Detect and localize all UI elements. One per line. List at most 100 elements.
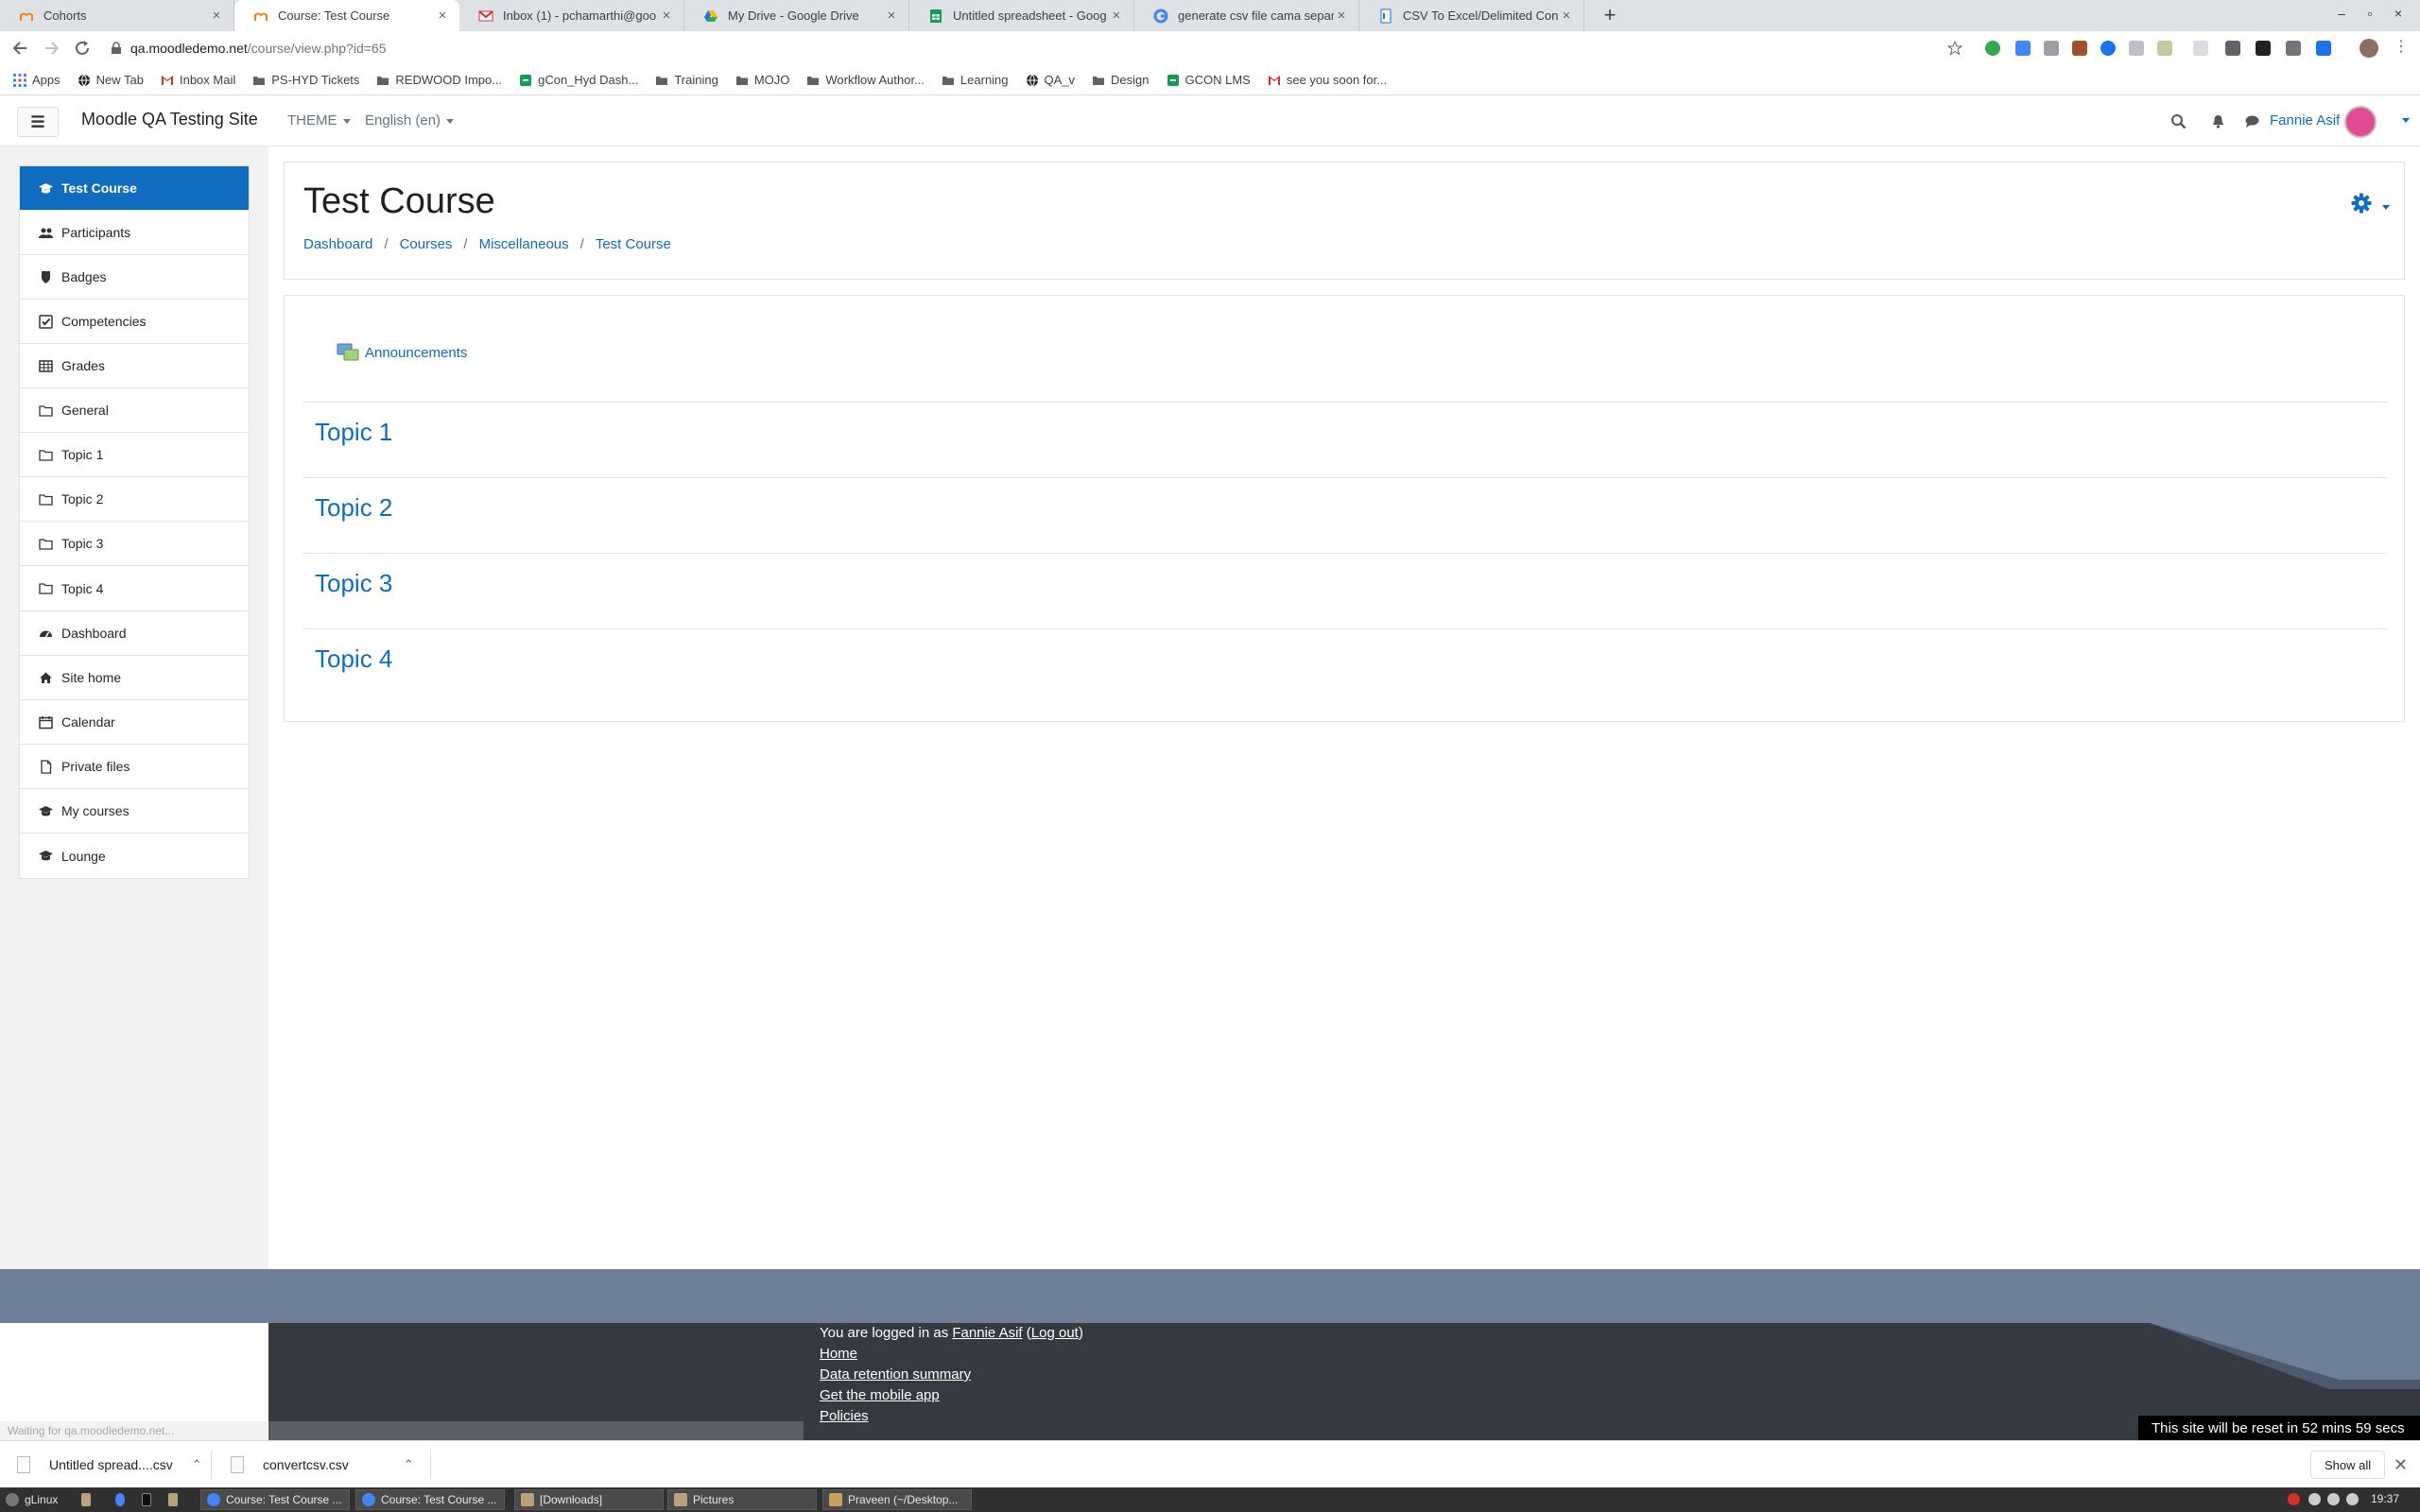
sidebar-item-general[interactable]: General	[20, 388, 249, 433]
bookmark-item[interactable]: MOJO	[735, 73, 789, 87]
extension-brown-icon[interactable]	[2072, 41, 2087, 56]
tab-close-icon[interactable]: ×	[1334, 8, 1349, 24]
profile-avatar-icon[interactable]	[2360, 39, 2378, 58]
bookmark-item[interactable]: REDWOOD Impo...	[376, 73, 502, 87]
language-menu[interactable]: English (en)	[365, 112, 455, 129]
sidebar-item-competencies[interactable]: Competencies	[20, 300, 249, 344]
bookmark-item[interactable]: New Tab	[78, 73, 144, 87]
download-item[interactable]: convertcsv.csv ⌃	[231, 1451, 431, 1479]
bookmark-star-icon[interactable]	[1947, 41, 1962, 56]
sidebar-item-calendar[interactable]: Calendar	[20, 700, 249, 745]
logged-in-user-link[interactable]: Fannie Asif	[952, 1325, 1022, 1341]
new-tab-button[interactable]: +	[1598, 4, 1622, 28]
tray-network-icon[interactable]	[2346, 1493, 2359, 1505]
start-menu-button[interactable]: gLinux	[0, 1489, 72, 1510]
bookmark-item[interactable]: Apps	[13, 73, 60, 87]
browser-menu-icon[interactable]: ⋮	[2394, 40, 2409, 56]
footer-home-link[interactable]: Home	[820, 1346, 857, 1362]
search-icon[interactable]	[2170, 113, 2187, 129]
sidebar-item-test-course[interactable]: Test Course	[20, 166, 249, 211]
browser-tab-spreadsheet[interactable]: Untitled spreadsheet - Goog ×	[909, 0, 1134, 31]
forward-arrow-icon[interactable]	[42, 38, 62, 59]
sidebar-item-topic-3[interactable]: Topic 3	[20, 522, 249, 566]
bookmark-item[interactable]: QA_v	[1026, 73, 1075, 87]
bookmark-item[interactable]: Design	[1092, 73, 1150, 87]
extension-heart-icon[interactable]	[2316, 41, 2331, 56]
bookmark-item[interactable]: Learning	[942, 73, 1009, 87]
chevron-up-icon[interactable]: ⌃	[192, 1457, 202, 1472]
bookmark-item[interactable]: PS-HYD Tickets	[252, 73, 359, 87]
close-icon[interactable]: ✕	[2394, 1455, 2408, 1475]
sidebar-item-lounge[interactable]: Lounge	[20, 833, 249, 878]
taskbar-window[interactable]: Pictures	[667, 1489, 817, 1510]
show-all-downloads-button[interactable]: Show all	[2310, 1451, 2386, 1479]
tab-close-icon[interactable]: ×	[209, 8, 224, 24]
terminal-launcher[interactable]	[136, 1489, 157, 1510]
tab-close-icon[interactable]: ×	[435, 8, 450, 24]
tray-info-icon[interactable]	[2308, 1493, 2321, 1505]
maximize-window-button[interactable]: ▫	[2360, 6, 2380, 21]
gear-menu-chevron-down-icon[interactable]	[2382, 205, 2390, 210]
bookmark-item[interactable]: Inbox Mail	[161, 73, 235, 87]
avatar[interactable]	[2344, 106, 2377, 138]
taskbar-window[interactable]: Praveen (~/Desktop...	[822, 1489, 972, 1510]
site-name-link[interactable]: Moodle QA Testing Site	[81, 110, 258, 129]
browser-tab-csv-converter[interactable]: CSV To Excel/Delimited Conv ×	[1359, 0, 1584, 31]
browser-tab-cohorts[interactable]: Cohorts ×	[0, 0, 234, 31]
topic-title-link[interactable]: Topic 2	[315, 493, 392, 523]
folder-launcher[interactable]	[163, 1489, 183, 1510]
footer-policies-link[interactable]: Policies	[820, 1408, 869, 1424]
taskbar-window[interactable]: [Downloads]	[514, 1489, 664, 1510]
browser-tab-test-course[interactable]: Course: Test Course ×	[234, 0, 459, 31]
announcements-link[interactable]: Announcements	[337, 341, 467, 364]
taskbar-window[interactable]: Course: Test Course ...	[355, 1489, 505, 1510]
extension-chat-icon[interactable]	[2286, 41, 2301, 56]
sidebar-item-topic-2[interactable]: Topic 2	[20, 477, 249, 522]
extension-glasses-icon[interactable]	[2256, 41, 2271, 56]
topic-title-link[interactable]: Topic 4	[315, 644, 392, 674]
sidebar-item-participants[interactable]: Participants	[20, 211, 249, 255]
topic-title-link[interactable]: Topic 3	[315, 569, 392, 598]
browser-tab-inbox[interactable]: Inbox (1) - pchamarthi@goo ×	[459, 0, 684, 31]
tab-close-icon[interactable]: ×	[1109, 8, 1124, 24]
extension-cast-icon[interactable]	[2193, 41, 2208, 56]
sidebar-item-topic-4[interactable]: Topic 4	[20, 566, 249, 610]
breadcrumb-miscellaneous[interactable]: Miscellaneous	[479, 236, 569, 252]
browser-tab-drive[interactable]: My Drive - Google Drive ×	[684, 0, 909, 31]
extension-scissors-icon[interactable]	[2225, 41, 2240, 56]
sidebar-item-site-home[interactable]: Site home	[20, 656, 249, 700]
chevron-up-icon[interactable]: ⌃	[404, 1457, 414, 1472]
tab-close-icon[interactable]: ×	[884, 8, 899, 24]
breadcrumb-courses[interactable]: Courses	[400, 236, 453, 252]
sidebar-item-my-courses[interactable]: My courses	[20, 789, 249, 833]
tab-close-icon[interactable]: ×	[659, 8, 674, 24]
extension-gray-icon[interactable]	[2044, 41, 2059, 56]
chrome-launcher[interactable]	[110, 1489, 130, 1510]
tray-bluetooth-icon[interactable]	[2327, 1493, 2340, 1505]
extension-shield-icon[interactable]	[2015, 41, 2031, 56]
sidebar-item-private-files[interactable]: Private files	[20, 745, 249, 789]
minimize-window-button[interactable]: –	[2331, 6, 2352, 21]
extension-blue-icon[interactable]	[2100, 41, 2116, 56]
extension-green-icon[interactable]	[1985, 41, 2000, 56]
reload-icon[interactable]	[72, 38, 93, 59]
drawer-toggle-button[interactable]	[17, 107, 59, 137]
bookmark-item[interactable]: see you soon for...	[1268, 73, 1387, 87]
footer-data-retention-link[interactable]: Data retention summary	[820, 1366, 971, 1383]
taskbar-window[interactable]: Course: Test Course ...	[200, 1489, 350, 1510]
browser-tab-google-search[interactable]: generate csv file cama separ ×	[1134, 0, 1359, 31]
sidebar-item-badges[interactable]: Badges	[20, 255, 249, 300]
close-window-button[interactable]: ×	[2388, 6, 2409, 21]
gear-icon[interactable]	[2351, 193, 2372, 214]
files-launcher[interactable]	[76, 1489, 96, 1510]
extension-search-icon[interactable]	[2129, 41, 2144, 56]
bookmark-item[interactable]: Workflow Author...	[806, 73, 925, 87]
topic-title-link[interactable]: Topic 1	[315, 418, 392, 447]
download-item[interactable]: Untitled spread....csv ⌃	[17, 1451, 212, 1479]
address-bar[interactable]: qa.moodledemo.net/course/view.php?id=65	[110, 35, 1940, 61]
bookmark-item[interactable]: gCon_Hyd Dash...	[519, 73, 638, 87]
user-menu-name[interactable]: Fannie Asif	[2270, 112, 2340, 129]
messages-icon[interactable]	[2244, 113, 2260, 129]
tray-app-icon[interactable]	[2288, 1493, 2300, 1505]
bookmark-item[interactable]: Training	[655, 73, 718, 87]
